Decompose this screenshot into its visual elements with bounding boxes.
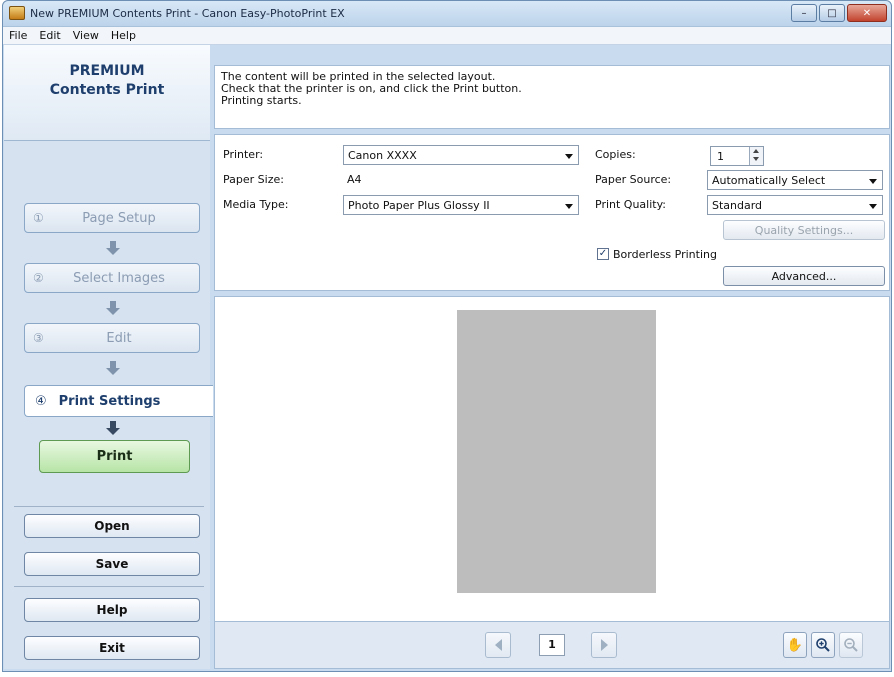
- open-button[interactable]: Open: [24, 514, 200, 538]
- menu-view[interactable]: View: [73, 29, 99, 42]
- exit-button[interactable]: Exit: [24, 636, 200, 660]
- spin-arrows-icon[interactable]: [749, 147, 763, 165]
- maximize-button[interactable]: □: [819, 4, 845, 22]
- step-page-setup[interactable]: ① Page Setup: [24, 203, 200, 233]
- step-number: ①: [33, 211, 44, 225]
- title-bar[interactable]: New PREMIUM Contents Print - Canon Easy-…: [3, 1, 891, 27]
- copies-label: Copies:: [595, 148, 636, 161]
- divider: [14, 506, 204, 507]
- sidebar-heading-line2: Contents Print: [49, 82, 165, 98]
- arrow-left-icon: [494, 639, 502, 651]
- chevron-down-icon: [869, 179, 877, 184]
- arrow-right-icon: [600, 639, 608, 651]
- step-select-images[interactable]: ② Select Images: [24, 263, 200, 293]
- media-type-select[interactable]: Photo Paper Plus Glossy II: [343, 195, 579, 215]
- zoom-in-icon: [816, 638, 830, 652]
- menu-edit[interactable]: Edit: [39, 29, 60, 42]
- instruction-line: Check that the printer is on, and click …: [221, 82, 522, 95]
- close-button[interactable]: ✕: [847, 4, 887, 22]
- step-print-settings[interactable]: ④ Print Settings: [24, 385, 213, 417]
- save-button[interactable]: Save: [24, 552, 200, 576]
- paper-source-value: Automatically Select: [712, 174, 826, 187]
- print-quality-value: Standard: [712, 199, 763, 212]
- instructions-panel: The content will be printed in the selec…: [214, 65, 890, 129]
- menu-help[interactable]: Help: [111, 29, 136, 42]
- chevron-down-icon: [869, 204, 877, 209]
- step-number: ②: [33, 271, 44, 285]
- step-number: ④: [35, 393, 47, 409]
- paper-source-label: Paper Source:: [595, 173, 672, 186]
- chevron-down-icon: [565, 154, 573, 159]
- help-button[interactable]: Help: [24, 598, 200, 622]
- print-settings-panel: Printer: Canon XXXX Paper Size: A4 Media…: [214, 134, 890, 291]
- previous-page-button[interactable]: [485, 632, 511, 658]
- preview-toolbar: 1 ✋: [214, 622, 890, 669]
- menu-bar: File Edit View Help: [3, 27, 891, 45]
- menu-file[interactable]: File: [9, 29, 27, 42]
- media-type-value: Photo Paper Plus Glossy II: [348, 199, 490, 212]
- chevron-down-icon: [565, 204, 573, 209]
- print-quality-label: Print Quality:: [595, 198, 667, 211]
- print-button[interactable]: Print: [39, 440, 190, 473]
- printer-value: Canon XXXX: [348, 149, 417, 162]
- paper-size-label: Paper Size:: [223, 173, 284, 186]
- hand-tool-button[interactable]: ✋: [783, 632, 807, 658]
- print-quality-select[interactable]: Standard: [707, 195, 883, 215]
- divider: [14, 586, 204, 587]
- app-icon: [9, 6, 25, 20]
- step-label: Edit: [106, 330, 132, 346]
- borderless-checkbox[interactable]: ✓: [597, 248, 609, 260]
- step-number: ③: [33, 331, 44, 345]
- quality-settings-button[interactable]: Quality Settings...: [723, 220, 885, 240]
- sidebar-heading-line1: PREMIUM: [69, 63, 145, 79]
- paper-source-select[interactable]: Automatically Select: [707, 170, 883, 190]
- borderless-label: Borderless Printing: [613, 248, 717, 261]
- step-label: Page Setup: [82, 210, 156, 226]
- step-edit[interactable]: ③ Edit: [24, 323, 200, 353]
- print-preview: [214, 296, 890, 622]
- zoom-out-icon: [844, 638, 858, 652]
- media-type-label: Media Type:: [223, 198, 289, 211]
- step-label: Print Settings: [58, 393, 161, 409]
- advanced-button[interactable]: Advanced...: [723, 266, 885, 286]
- window-controls: – □ ✕: [791, 4, 887, 22]
- paper-size-value: A4: [347, 173, 362, 186]
- instruction-line: Printing starts.: [221, 94, 302, 107]
- page-number: 1: [539, 634, 565, 656]
- down-arrow-icon: [106, 361, 120, 375]
- down-arrow-icon: [106, 301, 120, 315]
- copies-value: 1: [717, 150, 724, 163]
- next-page-button[interactable]: [591, 632, 617, 658]
- hand-icon: ✋: [786, 637, 804, 653]
- down-arrow-icon: [106, 421, 120, 435]
- down-arrow-icon: [106, 241, 120, 255]
- printer-select[interactable]: Canon XXXX: [343, 145, 579, 165]
- step-label: Select Images: [73, 270, 165, 286]
- window-title: New PREMIUM Contents Print - Canon Easy-…: [30, 7, 345, 20]
- minimize-button[interactable]: –: [791, 4, 817, 22]
- page-preview: [457, 310, 656, 593]
- copies-stepper[interactable]: 1: [710, 146, 764, 166]
- printer-label: Printer:: [223, 148, 264, 161]
- sidebar: PREMIUM Contents Print ① Page Setup ② Se…: [4, 45, 213, 669]
- zoom-out-button[interactable]: [839, 632, 863, 658]
- zoom-in-button[interactable]: [811, 632, 835, 658]
- sidebar-heading: PREMIUM Contents Print: [4, 45, 210, 141]
